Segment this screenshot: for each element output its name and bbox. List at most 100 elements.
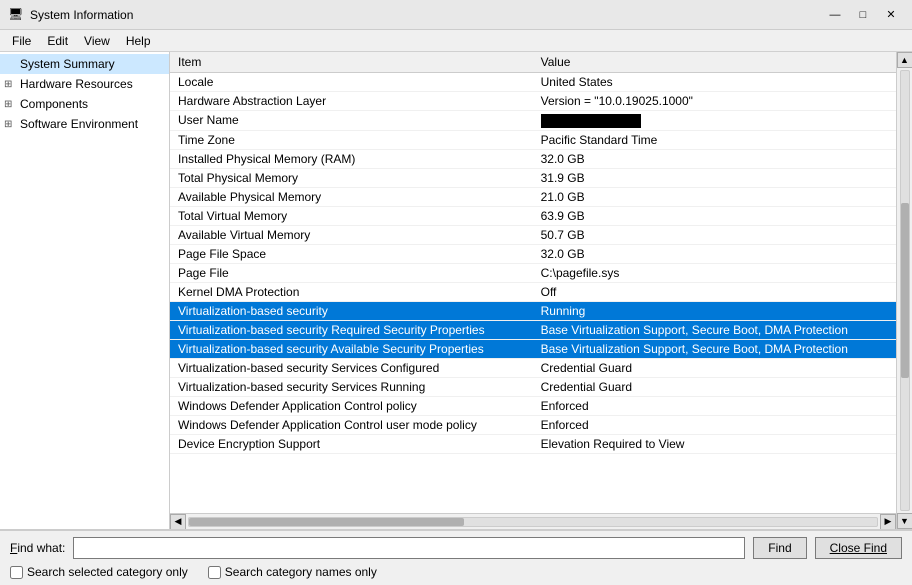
- table-row[interactable]: Available Virtual Memory50.7 GB: [170, 225, 896, 244]
- sidebar-item-software-environment[interactable]: ⊞ Software Environment: [0, 114, 169, 134]
- v-scroll-track[interactable]: [900, 70, 910, 511]
- table-cell-item: Locale: [170, 73, 533, 92]
- table-cell-value: Enforced: [533, 396, 896, 415]
- table-row[interactable]: User Name: [170, 111, 896, 131]
- window-controls: — □ ✕: [822, 5, 904, 25]
- main-area: System Summary ⊞ Hardware Resources ⊞ Co…: [0, 52, 912, 530]
- minimize-button[interactable]: —: [822, 5, 848, 25]
- search-category-names-input[interactable]: [208, 566, 221, 579]
- h-scroll-track[interactable]: [188, 517, 878, 527]
- data-table[interactable]: Item Value LocaleUnited StatesHardware A…: [170, 52, 896, 513]
- menu-help[interactable]: Help: [118, 30, 159, 51]
- v-scroll-thumb: [901, 203, 909, 379]
- table-cell-value: 32.0 GB: [533, 244, 896, 263]
- content-area: Item Value LocaleUnited StatesHardware A…: [170, 52, 896, 529]
- find-input[interactable]: [73, 537, 745, 559]
- table-cell-value: [533, 111, 896, 131]
- table-cell-value: United States: [533, 73, 896, 92]
- find-row: Find what: Find Close Find: [10, 537, 902, 559]
- table-cell-item: Available Virtual Memory: [170, 225, 533, 244]
- table-cell-item: Kernel DMA Protection: [170, 282, 533, 301]
- v-scroll-up-btn[interactable]: ▲: [897, 52, 912, 68]
- table-cell-value: Base Virtualization Support, Secure Boot…: [533, 339, 896, 358]
- table-cell-value: 63.9 GB: [533, 206, 896, 225]
- h-scroll-left-btn[interactable]: ◀: [170, 514, 186, 530]
- table-cell-item: Virtualization-based security Services C…: [170, 358, 533, 377]
- app-icon: 🖥: [8, 7, 24, 23]
- vertical-scrollbar[interactable]: ▲ ▼: [896, 52, 912, 529]
- expander-icon-comp: ⊞: [4, 99, 20, 110]
- table-row[interactable]: Page FileC:\pagefile.sys: [170, 263, 896, 282]
- table-row[interactable]: Device Encryption SupportElevation Requi…: [170, 434, 896, 453]
- title-bar: 🖥 System Information — □ ✕: [0, 0, 912, 30]
- col-header-item: Item: [170, 52, 533, 73]
- maximize-button[interactable]: □: [850, 5, 876, 25]
- sidebar-item-components[interactable]: ⊞ Components: [0, 94, 169, 114]
- table-cell-item: Page File Space: [170, 244, 533, 263]
- sidebar: System Summary ⊞ Hardware Resources ⊞ Co…: [0, 52, 170, 529]
- table-row[interactable]: Kernel DMA ProtectionOff: [170, 282, 896, 301]
- options-row: Search selected category only Search cat…: [10, 565, 902, 579]
- table-cell-value: Enforced: [533, 415, 896, 434]
- table-row[interactable]: Windows Defender Application Control use…: [170, 415, 896, 434]
- v-scroll-down-btn[interactable]: ▼: [897, 513, 912, 529]
- table-cell-value: 50.7 GB: [533, 225, 896, 244]
- table-row[interactable]: Total Physical Memory31.9 GB: [170, 168, 896, 187]
- table-row[interactable]: Virtualization-based security Available …: [170, 339, 896, 358]
- sidebar-label-components: Components: [20, 97, 88, 111]
- menu-file[interactable]: File: [4, 30, 39, 51]
- search-selected-category-input[interactable]: [10, 566, 23, 579]
- table-row[interactable]: LocaleUnited States: [170, 73, 896, 92]
- table-row[interactable]: Virtualization-based security Required S…: [170, 320, 896, 339]
- sidebar-label-software-environment: Software Environment: [20, 117, 138, 131]
- table-cell-item: Virtualization-based security Services R…: [170, 377, 533, 396]
- window-title: System Information: [30, 8, 822, 22]
- sidebar-item-system-summary[interactable]: System Summary: [0, 54, 169, 74]
- col-header-value: Value: [533, 52, 896, 73]
- table-cell-item: User Name: [170, 111, 533, 131]
- table-cell-value: 21.0 GB: [533, 187, 896, 206]
- table-cell-item: Total Virtual Memory: [170, 206, 533, 225]
- horizontal-scrollbar[interactable]: ◀ ▶: [170, 513, 896, 529]
- table-row[interactable]: Available Physical Memory21.0 GB: [170, 187, 896, 206]
- table-row[interactable]: Virtualization-based security Services C…: [170, 358, 896, 377]
- search-category-names-checkbox[interactable]: Search category names only: [208, 565, 377, 579]
- h-scroll-right-btn[interactable]: ▶: [880, 514, 896, 530]
- menu-bar: File Edit View Help: [0, 30, 912, 52]
- sidebar-item-hardware-resources[interactable]: ⊞ Hardware Resources: [0, 74, 169, 94]
- table-row[interactable]: Installed Physical Memory (RAM)32.0 GB: [170, 149, 896, 168]
- table-cell-item: Device Encryption Support: [170, 434, 533, 453]
- table-cell-item: Virtualization-based security Required S…: [170, 320, 533, 339]
- table-cell-value: Credential Guard: [533, 358, 896, 377]
- h-scroll-thumb: [189, 518, 464, 526]
- table-cell-value: Pacific Standard Time: [533, 130, 896, 149]
- close-find-button[interactable]: Close Find: [815, 537, 902, 559]
- table-row[interactable]: Virtualization-based security Services R…: [170, 377, 896, 396]
- search-category-names-label: Search category names only: [225, 565, 377, 579]
- table-row[interactable]: Windows Defender Application Control pol…: [170, 396, 896, 415]
- expander-icon-sw: ⊞: [4, 119, 20, 130]
- table-cell-item: Hardware Abstraction Layer: [170, 92, 533, 111]
- sidebar-label-hardware-resources: Hardware Resources: [20, 77, 133, 91]
- table-row[interactable]: Time ZonePacific Standard Time: [170, 130, 896, 149]
- close-button[interactable]: ✕: [878, 5, 904, 25]
- table-cell-value: Version = "10.0.19025.1000": [533, 92, 896, 111]
- table-row[interactable]: Total Virtual Memory63.9 GB: [170, 206, 896, 225]
- table-row[interactable]: Virtualization-based securityRunning: [170, 301, 896, 320]
- sidebar-label-system-summary: System Summary: [20, 57, 115, 71]
- table-cell-item: Available Physical Memory: [170, 187, 533, 206]
- table-cell-item: Virtualization-based security: [170, 301, 533, 320]
- find-label: Find what:: [10, 541, 65, 555]
- table-cell-value: Running: [533, 301, 896, 320]
- table-cell-value: Off: [533, 282, 896, 301]
- menu-view[interactable]: View: [76, 30, 118, 51]
- menu-edit[interactable]: Edit: [39, 30, 76, 51]
- find-button[interactable]: Find: [753, 537, 806, 559]
- table-cell-item: Total Physical Memory: [170, 168, 533, 187]
- table-cell-item: Virtualization-based security Available …: [170, 339, 533, 358]
- table-row[interactable]: Page File Space32.0 GB: [170, 244, 896, 263]
- search-selected-category-checkbox[interactable]: Search selected category only: [10, 565, 188, 579]
- table-row[interactable]: Hardware Abstraction LayerVersion = "10.…: [170, 92, 896, 111]
- table-cell-value: 32.0 GB: [533, 149, 896, 168]
- table-cell-item: Installed Physical Memory (RAM): [170, 149, 533, 168]
